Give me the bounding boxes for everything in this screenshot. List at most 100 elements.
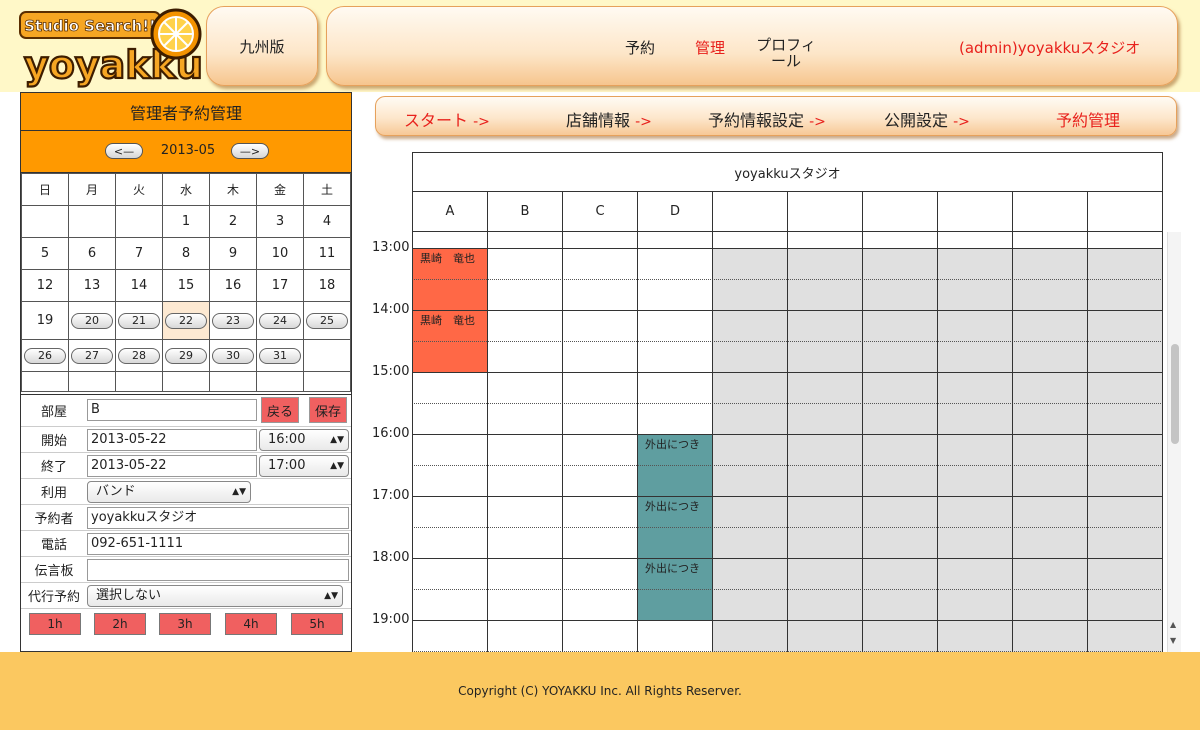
calendar-day[interactable]: 1 [162,205,210,238]
calendar-day[interactable]: 15 [162,269,210,302]
nav-manage-link[interactable]: 管理 [695,37,725,58]
room-field[interactable]: B [87,399,257,421]
calendar-day-button[interactable]: 24 [259,312,301,329]
duration-4h-button[interactable]: 4h [225,613,277,635]
step-start[interactable]: スタート -> [404,107,490,131]
step-reservation-manage[interactable]: 予約管理 [1056,107,1120,131]
room-label: 部屋 [40,405,67,420]
step-reservation-settings[interactable]: 予約情報設定 -> [708,107,826,131]
duration-buttons: 1h 2h 3h 4h 5h [21,609,351,639]
site-logo[interactable]: Studio Search!! yoyakku [18,4,204,88]
booking-label: 黒崎 竜也 [420,314,475,327]
duration-5h-button[interactable]: 5h [291,613,343,635]
phone-field[interactable]: 092-651-1111 [87,533,349,555]
updown-icon: ▲▼ [330,461,344,471]
booking-label: 黒崎 竜也 [420,252,475,265]
calendar-day-button[interactable]: 30 [212,347,254,364]
calendar-day-button[interactable]: 20 [71,312,113,329]
calendar-day-button[interactable]: 25 [306,312,348,329]
room-header [862,191,938,232]
duration-2h-button[interactable]: 2h [94,613,146,635]
end-time-select[interactable]: 17:00 ▲▼ [259,455,349,477]
room-header-d: D [637,191,713,232]
scroll-down-icon[interactable]: ▼ [1170,636,1176,645]
calendar-day-button[interactable]: 28 [118,347,160,364]
calendar-day-button[interactable]: 21 [118,312,160,329]
use-select[interactable]: バンド ▲▼ [87,481,251,503]
save-button[interactable]: 保存 [309,397,347,423]
weekday-sun: 日 [21,173,69,206]
calendar-day[interactable]: 14 [115,269,163,302]
time-grid[interactable]: 黒崎 竜也 黒崎 竜也 外出につき 外出につき 外出につき [412,232,1163,652]
calendar-day[interactable]: 9 [209,237,257,270]
calendar-empty [162,371,210,392]
duration-1h-button[interactable]: 1h [29,613,81,635]
proxy-select[interactable]: 選択しない ▲▼ [87,585,343,607]
room-header-b: B [487,191,563,232]
schedule-scrollbar[interactable]: ▲ ▼ [1167,232,1181,652]
step-store-info[interactable]: 店舗情報 -> [566,107,652,131]
grid-column-line [637,232,638,652]
panel-title: 管理者予約管理 [21,93,351,131]
room-header [1087,191,1163,232]
calendar-day[interactable]: 12 [21,269,69,302]
step-publish-settings[interactable]: 公開設定 -> [884,107,970,131]
calendar-day[interactable]: 11 [303,237,351,270]
calendar-day[interactable]: 18 [303,269,351,302]
duration-3h-button[interactable]: 3h [159,613,211,635]
weekday-sat: 土 [303,173,351,206]
nav-reserve-link[interactable]: 予約 [625,37,655,58]
svg-text:Studio Search!!: Studio Search!! [24,17,156,35]
nav-user-link[interactable]: (admin)yoyakkuスタジオ [959,37,1140,58]
grid-column-line [412,232,413,652]
calendar-day[interactable]: 19 [21,301,69,340]
calendar-day-cell: 21 [115,301,163,340]
prev-month-button[interactable]: <— [105,143,143,159]
start-date-field[interactable]: 2013-05-22 [87,429,257,451]
room-row: 部屋 B 戻る 保存 [21,395,351,427]
calendar-day-button[interactable]: 29 [165,347,207,364]
calendar-day[interactable]: 17 [256,269,304,302]
studio-name: yoyakkuスタジオ [412,152,1163,192]
calendar-day-button[interactable]: 26 [24,347,66,364]
next-month-button[interactable]: —> [231,143,269,159]
back-button[interactable]: 戻る [261,397,299,423]
booker-field[interactable]: yoyakkuスタジオ [87,507,349,529]
end-row: 終了 2013-05-22 17:00 ▲▼ [21,453,351,479]
calendar-day-button[interactable]: 27 [71,347,113,364]
calendar-empty [303,371,351,392]
calendar-day[interactable]: 7 [115,237,163,270]
start-label: 開始 [40,434,67,449]
calendar-day[interactable]: 6 [68,237,116,270]
calendar-day[interactable]: 8 [162,237,210,270]
calendar-empty [68,371,116,392]
calendar-day-button-selected[interactable]: 22 [165,312,207,329]
calendar-day[interactable]: 16 [209,269,257,302]
calendar-day[interactable]: 10 [256,237,304,270]
grid-column-line [1012,232,1013,652]
calendar-day-cell: 24 [256,301,304,340]
end-label: 終了 [40,460,67,475]
calendar-day-button[interactable]: 23 [212,312,254,329]
calendar-day[interactable]: 2 [209,205,257,238]
room-header [937,191,1013,232]
memo-row: 伝言板 [21,557,351,583]
nav-profile-link[interactable]: プロフィール [751,37,821,69]
calendar-day[interactable]: 5 [21,237,69,270]
footer: Copyright (C) YOYAKKU Inc. All Rights Re… [0,652,1200,730]
region-button[interactable]: 九州版 [206,6,318,86]
scroll-up-icon[interactable]: ▲ [1170,620,1176,629]
end-date-field[interactable]: 2013-05-22 [87,455,257,477]
grid-column-line [712,232,713,652]
calendar-day[interactable]: 13 [68,269,116,302]
memo-field[interactable] [87,559,349,581]
updown-icon: ▲▼ [232,487,246,497]
calendar-day[interactable]: 3 [256,205,304,238]
scrollbar-thumb[interactable] [1171,344,1179,444]
start-time-select[interactable]: 16:00 ▲▼ [259,429,349,451]
weekday-fri: 金 [256,173,304,206]
unavailable-column [787,248,862,652]
calendar-day-button[interactable]: 31 [259,347,301,364]
use-label: 利用 [40,486,67,501]
calendar-day[interactable]: 4 [303,205,351,238]
